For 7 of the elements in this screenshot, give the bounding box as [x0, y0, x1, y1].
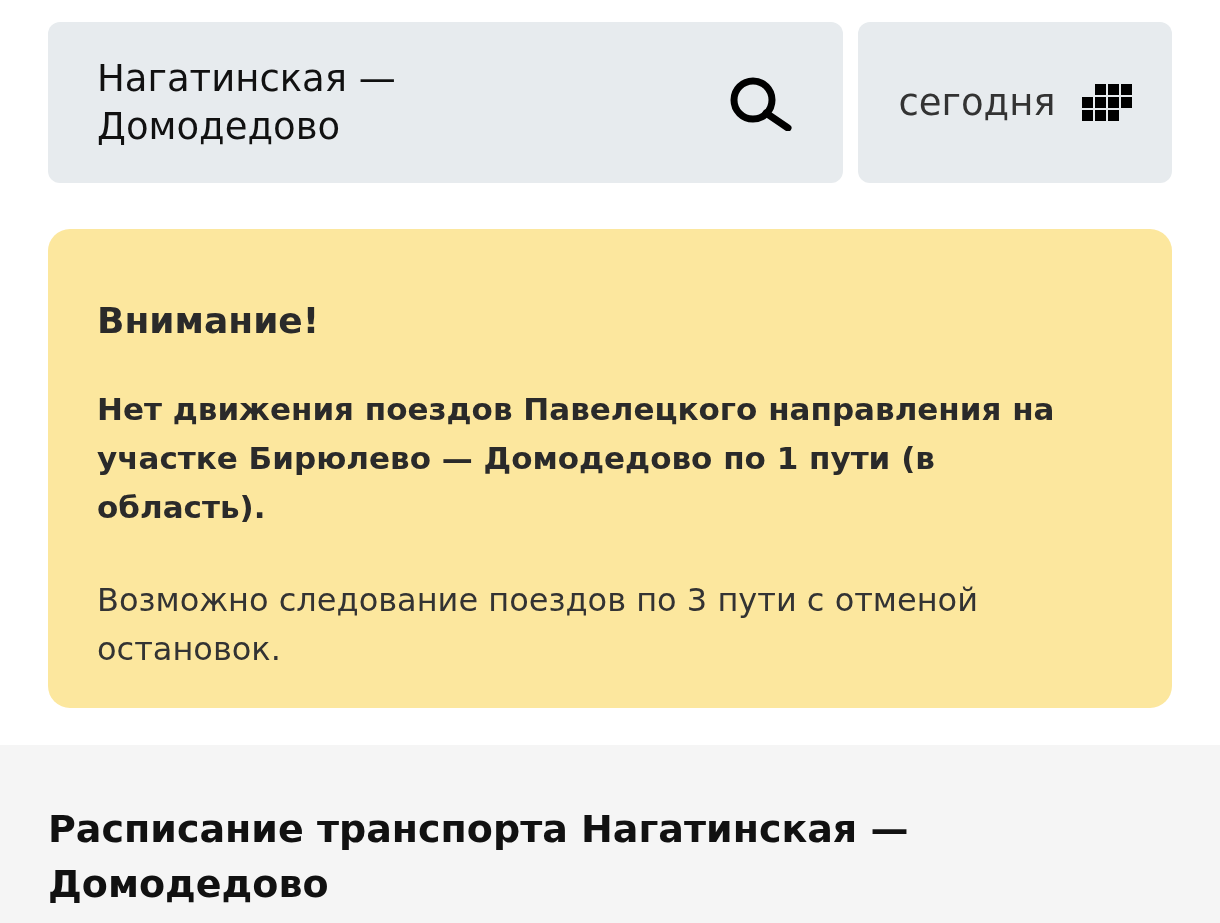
alert-title: Внимание! [97, 299, 321, 343]
search-field[interactable]: Нагатинская — Домодедово [48, 22, 843, 183]
grid-icon [1081, 84, 1132, 121]
alert-message: Нет движения поездов Павелецкого направления на участке Бирюлево — Домодедово по 1 пути (в область). [97, 390, 1056, 527]
alert-note: Возможно следование поездов по 3 пути с отменой остановок. [97, 580, 979, 670]
section-heading: Расписание транспорта Нагатинская — Домодедово [48, 806, 910, 908]
date-button[interactable]: сегодня [858, 22, 1172, 183]
